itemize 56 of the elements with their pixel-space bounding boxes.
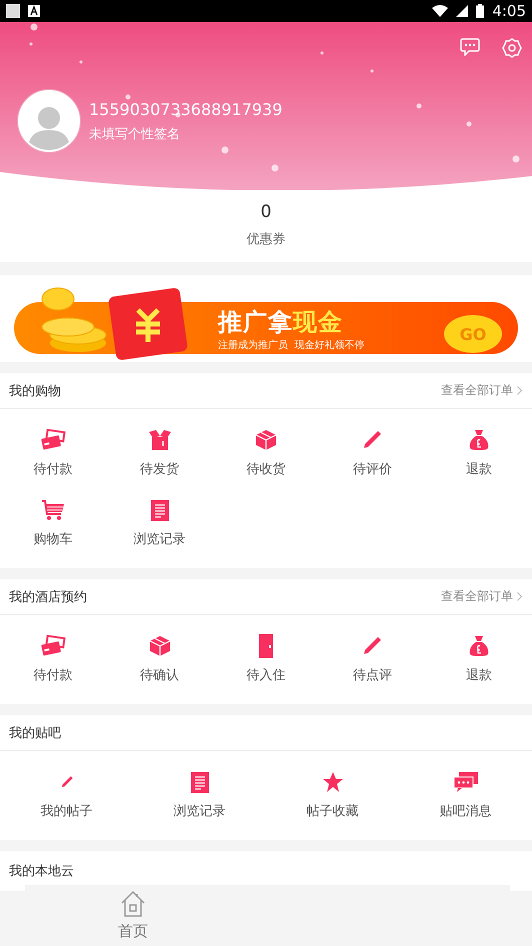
wifi-icon [432, 5, 448, 17]
section-title: 我的本地云 [9, 863, 75, 880]
signal-icon [456, 5, 468, 17]
menu-item[interactable]: 待收货 [212, 418, 320, 488]
nav-tab[interactable]: 首页 [25, 885, 241, 946]
menu-item[interactable]: 待评价 [319, 418, 426, 488]
menu-item[interactable]: 浏览记录 [133, 760, 266, 830]
section-title: 我的购物 [9, 382, 62, 400]
menu-item[interactable]: 浏览记录 [106, 488, 213, 558]
battery-icon [476, 4, 484, 18]
cart-icon [41, 499, 66, 521]
box-icon [148, 635, 171, 657]
menu-item[interactable]: 退款 [426, 418, 532, 488]
menu-item[interactable]: 待发货 [106, 418, 213, 488]
star-icon [322, 771, 344, 793]
box-icon [254, 429, 277, 451]
notification-icon [28, 5, 40, 17]
clipboard-icon [190, 771, 208, 793]
coupon-label[interactable]: 优惠券 [246, 230, 286, 248]
menu-item[interactable]: 待付款 [0, 624, 106, 694]
money-bag-icon [468, 635, 490, 657]
section-title: 我的酒店预约 [9, 588, 88, 606]
chat-icon[interactable] [460, 38, 480, 56]
coupon-count[interactable]: 0 [260, 202, 272, 222]
view-all-link[interactable]: 查看全部订单 [441, 588, 522, 605]
menu-item[interactable]: 退款 [426, 624, 532, 694]
door-icon [258, 634, 273, 658]
home-icon [120, 890, 146, 918]
chat-icon [454, 772, 478, 792]
menu-item[interactable]: 待入住 [212, 624, 320, 694]
menu-item[interactable]: 待点评 [319, 624, 426, 694]
notification-icon [6, 4, 20, 18]
menu-item[interactable]: 待付款 [0, 418, 106, 488]
menu-item[interactable]: 待确认 [106, 624, 213, 694]
clock: 4:05 [492, 2, 526, 20]
menu-item[interactable]: 帖子收藏 [266, 760, 399, 830]
money-bag-icon [468, 429, 490, 451]
banner-title: 推广拿现金 [218, 309, 344, 335]
menu-item[interactable]: 贴吧消息 [399, 760, 532, 830]
pencil-icon [60, 775, 74, 789]
section-title: 我的贴吧 [9, 724, 62, 742]
cards-icon [40, 429, 66, 451]
cards-icon [40, 635, 66, 657]
chevron-right-icon [517, 386, 522, 395]
username: 1559030733688917939 [89, 100, 282, 118]
banner-subtitle: 注册成为推广员 现金好礼领不停 [218, 338, 364, 352]
settings-icon[interactable] [502, 38, 522, 58]
menu-item[interactable]: 我的帖子 [0, 760, 133, 830]
pencil-icon [361, 635, 384, 657]
pencil-icon [361, 429, 384, 451]
signature: 未填写个性签名 [89, 126, 181, 142]
view-all-link[interactable]: 查看全部订单 [441, 382, 522, 399]
open-box-icon [148, 429, 172, 451]
menu-item[interactable]: 购物车 [0, 488, 106, 558]
chevron-right-icon [517, 592, 522, 601]
clipboard-icon [150, 499, 169, 521]
